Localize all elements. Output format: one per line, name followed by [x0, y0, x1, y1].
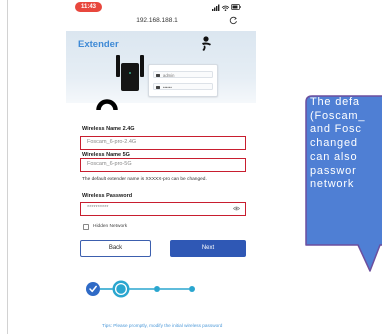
- step-pending-marker: [154, 286, 160, 292]
- callout-line: The defa: [310, 96, 360, 108]
- login-password-row: ••••••: [153, 83, 213, 90]
- callout-line: changed: [310, 137, 358, 150]
- login-user-row: admin: [153, 71, 213, 78]
- hidden-network-label[interactable]: Hidden Network: [93, 224, 127, 230]
- wireless-password-value: **********: [87, 205, 109, 211]
- battery-icon: [231, 4, 241, 10]
- next-button[interactable]: Next: [170, 240, 246, 257]
- callout-line: and Fosc: [310, 123, 362, 136]
- login-card-illustration: admin ••••••: [148, 64, 218, 97]
- wireless-password-label: Wireless Password: [82, 193, 133, 199]
- step-current-inner: [114, 282, 128, 296]
- refresh-icon[interactable]: [229, 16, 238, 25]
- callout-line: (Foscam_: [310, 109, 366, 122]
- hidden-network-checkbox[interactable]: [83, 224, 89, 230]
- wireless-name-5g-input[interactable]: Foscam_6-pro-5G: [80, 158, 246, 172]
- status-time: 11:43: [75, 2, 102, 12]
- progress-steps: [86, 280, 195, 298]
- phone-screen: 11:43 192.168.188.1 Extender admin •••••…: [66, 0, 256, 334]
- extender-name-hint: The default extender name is XXXXX-pro c…: [82, 177, 207, 182]
- status-icons: [212, 4, 241, 11]
- wifi-icon: [221, 5, 230, 11]
- signal-icon: [212, 4, 220, 11]
- wireless-name-24g-value: Foscam_6-pro-2.4G: [87, 139, 137, 145]
- callout-line: passwor: [310, 164, 357, 177]
- wireless-password-input[interactable]: **********: [80, 202, 246, 216]
- address-bar-url[interactable]: 192.168.188.1: [66, 17, 248, 25]
- show-password-icon[interactable]: [233, 206, 240, 211]
- wireless-name-24g-label: Wireless Name 2.4G: [82, 126, 135, 132]
- callout-line: can also: [310, 150, 358, 163]
- wifi-arc-icon: [96, 99, 118, 111]
- wireless-name-24g-input[interactable]: Foscam_6-pro-2.4G: [80, 136, 246, 150]
- step-pending-marker: [189, 286, 195, 292]
- callout-line: network: [310, 178, 355, 191]
- wireless-name-5g-value: Foscam_6-pro-5G: [87, 161, 132, 167]
- tip-text: Tips: Please promptly, modify the initia…: [102, 323, 223, 328]
- antenna-icon: [202, 36, 211, 51]
- back-button[interactable]: Back: [80, 240, 151, 257]
- login-username: admin: [163, 73, 175, 78]
- page-border: [7, 0, 8, 334]
- hero-title: Extender: [78, 39, 119, 50]
- lock-icon: [156, 85, 160, 89]
- extender-image: [116, 55, 144, 91]
- login-password: ••••••: [163, 85, 172, 90]
- callout-text: The defa (Foscam_ and Fosc changed can a…: [310, 96, 382, 192]
- step-done-marker: [86, 282, 100, 296]
- user-icon: [156, 73, 160, 77]
